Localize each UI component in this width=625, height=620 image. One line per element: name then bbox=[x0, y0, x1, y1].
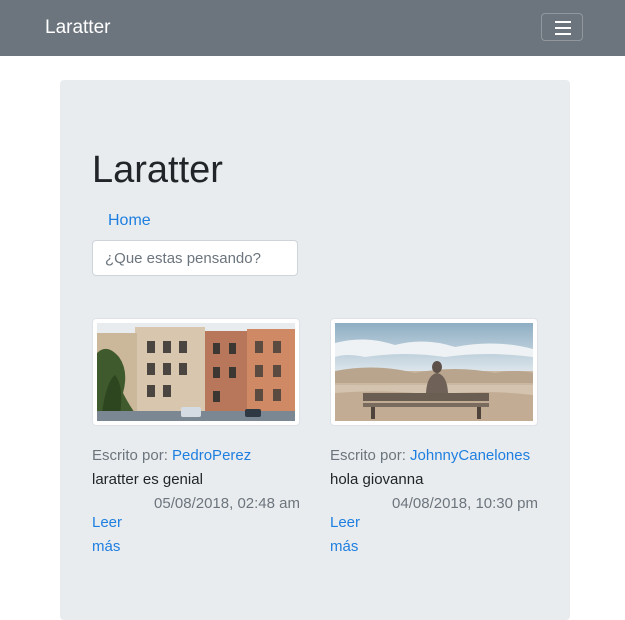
written-by-label: Escrito por: bbox=[330, 447, 406, 464]
read-more-link[interactable]: Leer más bbox=[330, 511, 370, 559]
message-image bbox=[92, 318, 300, 426]
author-link[interactable]: PedroPerez bbox=[172, 447, 251, 464]
top-navbar: Laratter bbox=[0, 0, 625, 56]
read-more-link[interactable]: Leer más bbox=[92, 511, 132, 559]
author-line: Escrito por: PedroPerez bbox=[92, 447, 251, 465]
navbar-toggle-button[interactable] bbox=[541, 13, 583, 41]
written-by-label: Escrito por: bbox=[92, 447, 168, 464]
status-input[interactable] bbox=[92, 240, 298, 276]
author-line: Escrito por: JohnnyCanelones bbox=[330, 447, 530, 465]
home-link[interactable]: Home bbox=[108, 211, 151, 231]
hamburger-icon bbox=[555, 21, 571, 35]
message-date: 04/08/2018, 10:30 pm bbox=[392, 495, 538, 512]
navbar-brand[interactable]: Laratter bbox=[45, 16, 110, 40]
author-link[interactable]: JohnnyCanelones bbox=[410, 447, 530, 464]
message-date: 05/08/2018, 02:48 am bbox=[154, 495, 300, 512]
message-card: Escrito por: PedroPerez laratter es geni… bbox=[92, 318, 300, 555]
page-title: Laratter bbox=[92, 149, 223, 191]
message-content: laratter es genial bbox=[92, 471, 203, 488]
message-image bbox=[330, 318, 538, 426]
person-on-bench-photo bbox=[335, 323, 533, 421]
message-content: hola giovanna bbox=[330, 471, 424, 488]
message-card: Escrito por: JohnnyCanelones hola giovan… bbox=[330, 318, 538, 555]
street-buildings-photo bbox=[97, 323, 295, 421]
main-jumbotron: Laratter Home ¿Que estas pensando? Escri… bbox=[60, 80, 570, 620]
